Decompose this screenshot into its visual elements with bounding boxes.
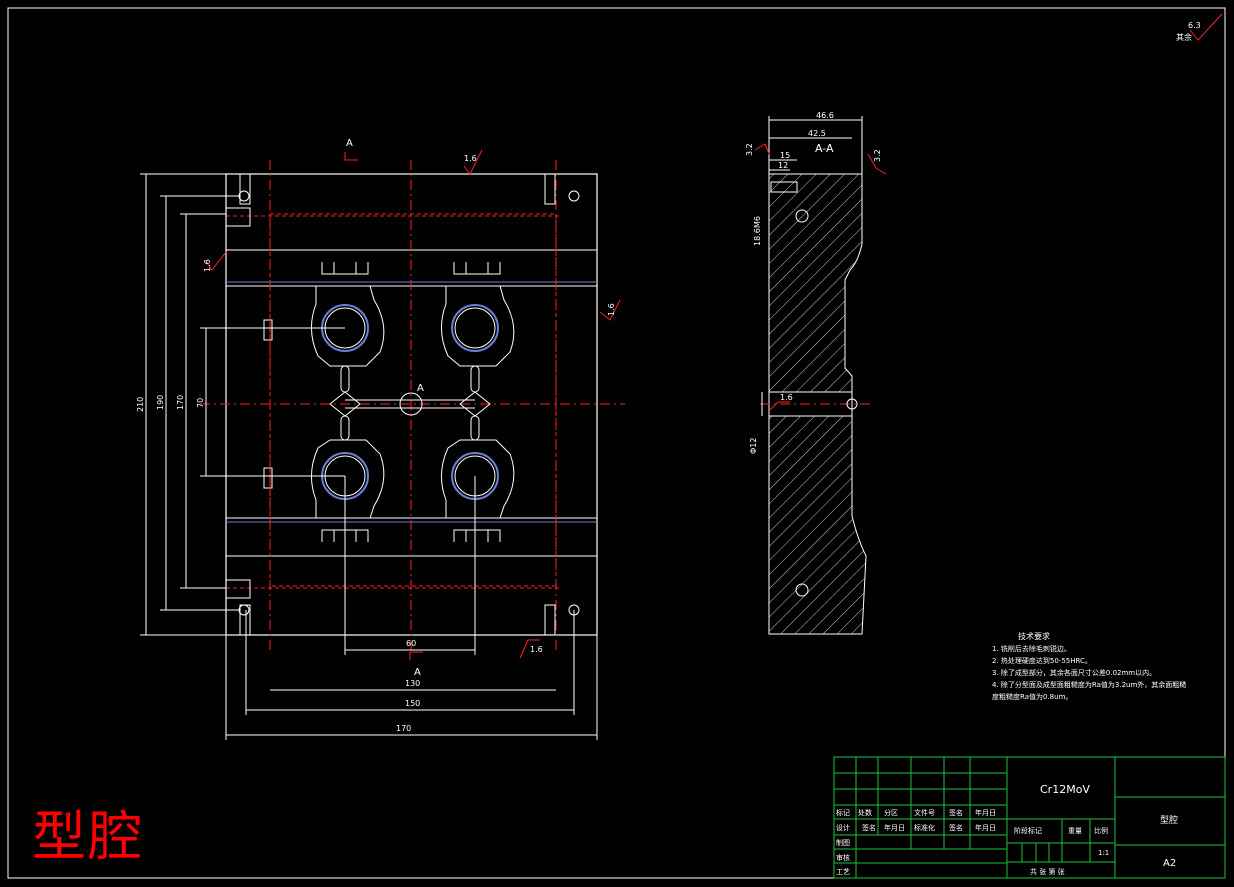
- title-block: Cr12MoV 型腔 1:1 A2 标记 处数 分区 文件号 签名 年月日 设计…: [833, 756, 1226, 879]
- svg-text:工艺: 工艺: [836, 868, 850, 876]
- part-name: 型腔: [1160, 814, 1178, 826]
- part-title: 型腔: [32, 805, 144, 868]
- note-3: 3. 除了成型部分，其余各面尺寸公差0.02mm以内。: [992, 668, 1156, 677]
- dim-210: 210: [136, 397, 145, 412]
- svg-text:设计: 设计: [836, 823, 850, 832]
- svg-text:标准化: 标准化: [914, 823, 935, 832]
- svg-text:其余: 其余: [1176, 32, 1192, 42]
- svg-text:审核: 审核: [836, 853, 850, 862]
- svg-text:年月日: 年月日: [884, 823, 905, 832]
- thread-m6: M6: [753, 216, 762, 228]
- dim-150: 150: [405, 699, 420, 708]
- dim-130: 130: [405, 679, 420, 688]
- svg-text:1.6: 1.6: [530, 645, 543, 654]
- runner-system: [329, 365, 491, 441]
- technical-notes: 技术要求 1. 铣削后去除毛刺锐边。 2. 热处理硬度达到50-55HRC。 3…: [992, 631, 1186, 701]
- svg-text:1.6: 1.6: [607, 303, 616, 316]
- cavity-bottom-right: [441, 439, 515, 542]
- dim-46-6: 46.6: [816, 111, 834, 120]
- drawing-frame: [7, 7, 1226, 879]
- svg-text:年月日: 年月日: [975, 823, 996, 832]
- svg-text:6.3: 6.3: [1188, 21, 1201, 30]
- svg-text:年月日: 年月日: [975, 808, 996, 817]
- dim-60: 60: [406, 639, 416, 648]
- svg-text:1.6: 1.6: [464, 154, 477, 163]
- svg-text:阶段标记: 阶段标记: [1014, 826, 1042, 835]
- cavity-top-left: [311, 262, 385, 367]
- svg-text:重量: 重量: [1068, 827, 1082, 835]
- svg-text:签名: 签名: [949, 823, 963, 832]
- cavity-bottom-left: [311, 439, 385, 542]
- svg-text:制图: 制图: [836, 838, 850, 847]
- dim-dia-12: Φ12: [749, 438, 758, 454]
- svg-text:分区: 分区: [884, 808, 898, 817]
- section-a-center: A: [417, 383, 424, 394]
- note-2: 2. 热处理硬度达到50-55HRC。: [992, 656, 1092, 665]
- svg-text:标记: 标记: [836, 808, 850, 817]
- section-body: [768, 173, 863, 393]
- material-value: Cr12MoV: [1040, 783, 1090, 796]
- cad-drawing: 60 130 150 170 210 190 170 70 A A A 1.6 …: [7, 7, 1226, 879]
- dim-70: 70: [196, 398, 205, 408]
- svg-text:文件号: 文件号: [914, 808, 935, 817]
- svg-text:比例: 比例: [1094, 826, 1108, 835]
- section-title: A-A: [815, 142, 834, 155]
- svg-text:处数: 处数: [858, 808, 872, 817]
- svg-text:签名: 签名: [862, 823, 876, 832]
- note-5: 度粗糙度Ra值为0.8um。: [992, 692, 1072, 701]
- svg-text:共 张 第 张: 共 张 第 张: [1030, 867, 1065, 876]
- cavity-top-right: [441, 262, 515, 367]
- sheet-size: A2: [1163, 858, 1176, 869]
- dim-15: 15: [780, 151, 790, 160]
- svg-text:1.6: 1.6: [780, 393, 793, 402]
- svg-text:3.2: 3.2: [873, 149, 882, 162]
- dim-12: 12: [778, 161, 788, 170]
- roughness-general: 6.3 其余: [1176, 13, 1223, 42]
- dim-42-5: 42.5: [808, 129, 826, 138]
- svg-text:3.2: 3.2: [745, 143, 754, 156]
- dim-170: 170: [396, 724, 411, 733]
- notes-heading: 技术要求: [1018, 631, 1050, 641]
- note-1: 1. 铣削后去除毛刺锐边。: [992, 644, 1071, 653]
- dim-190: 190: [156, 395, 165, 410]
- scale-value: 1:1: [1098, 849, 1109, 857]
- front-view: 60 130 150 170 210 190 170 70 A A A 1.6 …: [136, 138, 625, 740]
- dim-18-6: 18.6: [753, 228, 762, 246]
- section-a-top: A: [346, 138, 353, 149]
- section-view: 46.6 42.5 15 12 A-A M6 18.6 Φ12 3.2 3.2 …: [745, 111, 887, 635]
- svg-text:签名: 签名: [949, 808, 963, 817]
- section-a-bottom: A: [414, 667, 421, 678]
- dim-170v: 170: [176, 395, 185, 410]
- note-4: 4. 除了分型面及成型面粗糙度为Ra值为3.2um外，其余面粗糙: [992, 680, 1186, 689]
- svg-text:1.6: 1.6: [203, 259, 212, 272]
